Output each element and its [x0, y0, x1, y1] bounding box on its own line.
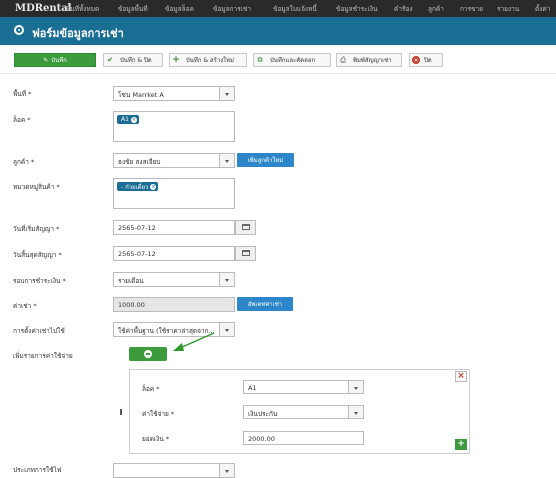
lock-multiselect[interactable]: A1 ×	[113, 111, 235, 142]
plus-icon: +	[172, 55, 180, 65]
expense-type-select[interactable]: เงินประกัน	[243, 405, 364, 419]
end-date-input[interactable]: 2565-07-12	[113, 246, 235, 261]
rent-input: 1000.00	[113, 297, 235, 312]
copy-icon: ⧉	[257, 55, 263, 64]
save-new-button[interactable]: + บันทึก & สร้างใหม่	[169, 53, 247, 67]
save-new-label: บันทึก & สร้างใหม่	[186, 57, 235, 64]
power-type-label: ประเภทการใช้ไฟ	[13, 466, 62, 474]
divider	[0, 73, 556, 74]
payment-cycle-label: รอบการชำระเงิน *	[13, 277, 66, 285]
rent-setting-label: การตั้งค่าเช่าไปใช้	[13, 327, 65, 335]
payment-cycle-value: รายเดือน	[118, 277, 144, 285]
add-customer-button[interactable]: เพิ่มลูกค้าใหม่	[237, 153, 294, 167]
expense-type-value: เงินประกัน	[248, 410, 278, 418]
nav-item-settings[interactable]: ตั้งค่า	[535, 4, 550, 14]
lock-tag-label: A1	[121, 116, 129, 123]
top-navbar: MDRental พื้นที่ทั้งหมด ข้อมูลพื้นที่ ข้…	[0, 0, 556, 17]
remove-expense-button[interactable]: ×	[455, 371, 467, 382]
expense-amount-label: ยอดเงิน *	[142, 435, 170, 443]
expense-amount-value: 2000.00	[248, 435, 275, 443]
rent-label: ค่าเช่า *	[13, 302, 37, 310]
print-contract-label: พิมพ์สัญญาเช่า	[353, 57, 392, 64]
payment-cycle-select[interactable]: รายเดือน	[113, 272, 235, 287]
category-tag: - ก๋วยเตี๋ยว ×	[117, 182, 159, 191]
brand-logo[interactable]: MDRental	[15, 3, 72, 14]
category-tag-label: - ก๋วยเตี๋ยว	[121, 183, 149, 191]
save-close-label: บันทึก & ปิด	[120, 57, 152, 64]
chevron-down-icon	[348, 406, 363, 418]
chevron-down-icon	[219, 87, 234, 100]
close-button[interactable]: ✕ ปิด	[409, 53, 443, 67]
start-date-value: 2565-07-12	[118, 224, 156, 232]
chevron-down-icon	[219, 323, 234, 336]
area-label: พื้นที่ *	[13, 90, 32, 98]
nav-item-report[interactable]: รายงาน	[497, 4, 519, 14]
expense-amount-input[interactable]: 2000.00	[243, 431, 364, 445]
start-date-input[interactable]: 2565-07-12	[113, 220, 235, 235]
save-copy-label: บันทึกและคัดลอก	[270, 57, 316, 64]
add-expense-row-button[interactable]: +	[455, 439, 467, 450]
nav-item-all-areas[interactable]: พื้นที่ทั้งหมด	[66, 4, 99, 14]
rent-value: 1000.00	[118, 301, 145, 309]
close-icon: ✕	[412, 56, 420, 64]
end-date-value: 2565-07-12	[118, 250, 156, 258]
remove-tag-icon[interactable]: ×	[150, 183, 157, 190]
circle-dot-icon	[14, 25, 24, 35]
area-select[interactable]: โซน Marrket A	[113, 86, 235, 101]
customer-select-value: ธงชัย สงสเจียบ	[118, 158, 161, 166]
chevron-down-icon	[219, 154, 234, 167]
edit-icon: ✎	[43, 56, 49, 64]
customer-select[interactable]: ธงชัย สงสเจียบ	[113, 153, 235, 168]
expense-type-label: ค่าใช้จ่าย *	[142, 410, 175, 418]
chevron-down-icon	[348, 381, 363, 393]
nav-item-payment[interactable]: ข้อมูลชำระเงิน	[336, 4, 378, 14]
add-expense-label: เพิ่มรายการค่าใช้จ่าย	[13, 352, 73, 360]
save-button[interactable]: ✎ บันทึก	[14, 53, 96, 67]
save-button-label: บันทึก	[51, 57, 67, 64]
arrow-annotation	[173, 332, 215, 351]
add-expense-toggle-button[interactable]	[129, 347, 167, 361]
nav-item-request[interactable]: คำร้อง	[394, 4, 413, 14]
area-select-value: โซน Marrket A	[118, 91, 164, 99]
chevron-down-icon	[219, 273, 234, 286]
category-label: หมวดหมู่สินค้า *	[13, 183, 60, 191]
save-copy-button[interactable]: ⧉ บันทึกและคัดลอก	[253, 53, 331, 67]
nav-item-customer[interactable]: ลูกค้า	[428, 4, 444, 14]
lock-tag: A1 ×	[117, 115, 139, 124]
lock-label: ล็อค *	[13, 116, 31, 124]
nav-item-invoice[interactable]: ข้อมูลใบแจ้งหนี้	[273, 4, 317, 14]
nav-item-area[interactable]: ข้อมูลพื้นที่	[118, 4, 148, 14]
nav-item-sales[interactable]: การขาย	[460, 4, 483, 14]
close-label: ปิด	[424, 57, 432, 64]
update-rent-button[interactable]: อัพเดทค่าเช่า	[237, 297, 293, 311]
expense-lock-value: A1	[248, 384, 257, 392]
category-multiselect[interactable]: - ก๋วยเตี๋ยว ×	[113, 178, 235, 209]
nav-item-rental[interactable]: ข้อมูลการเช่า	[213, 4, 251, 14]
page-title: ฟอร์มข้อมูลการเช่า	[32, 27, 124, 40]
end-date-label: วันสิ้นสุดสัญญา *	[13, 251, 62, 259]
check-icon: ✔	[107, 56, 113, 64]
printer-icon: ⎙	[340, 55, 346, 64]
calendar-icon[interactable]	[235, 220, 256, 235]
save-close-button[interactable]: ✔ บันทึก & ปิด	[103, 53, 163, 67]
calendar-icon[interactable]	[235, 246, 256, 261]
drag-handle[interactable]	[120, 409, 122, 415]
expense-lock-select[interactable]: A1	[243, 380, 364, 394]
nav-item-lock[interactable]: ข้อมูลล็อค	[165, 4, 194, 14]
customer-label: ลูกค้า *	[13, 158, 35, 166]
start-date-label: วันที่เริ่มสัญญา *	[13, 225, 60, 233]
page-header: ฟอร์มข้อมูลการเช่า	[0, 17, 556, 45]
print-contract-button[interactable]: ⎙ พิมพ์สัญญาเช่า	[336, 53, 402, 67]
expense-lock-label: ล็อค *	[142, 385, 160, 393]
remove-tag-icon[interactable]: ×	[130, 116, 137, 123]
